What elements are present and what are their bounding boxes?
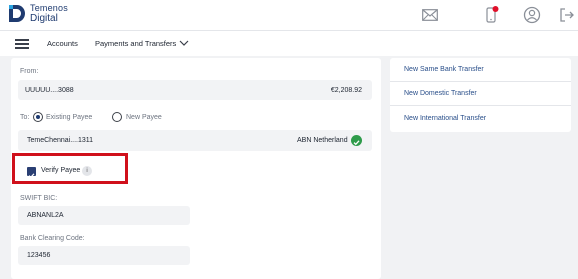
verify-payee-label[interactable]: Verify Payee	[41, 167, 80, 174]
info-icon[interactable]: i	[82, 166, 92, 176]
new-international-transfer-link[interactable]: New International Transfer	[404, 115, 486, 122]
nav-accounts[interactable]: Accounts	[47, 39, 78, 48]
from-label: From:	[20, 68, 39, 75]
payee-name: TemeChennai....1311	[27, 137, 94, 144]
transfer-options-panel: New Same Bank Transfer New Domestic Tran…	[390, 58, 571, 132]
user-profile-icon[interactable]	[522, 5, 542, 25]
existing-payee-label[interactable]: Existing Payee	[46, 114, 92, 121]
new-payee-radio[interactable]	[112, 112, 122, 122]
bank-clearing-code-label: Bank Clearing Code:	[20, 235, 85, 242]
new-payee-label[interactable]: New Payee	[126, 114, 162, 121]
from-account-select[interactable]: UUUUU....3088 €2,208.92	[18, 80, 372, 100]
nav-payments-and-transfers[interactable]: Payments and Transfers	[95, 39, 176, 48]
temenos-logo-icon	[9, 5, 25, 22]
top-header: Temenos Digital	[0, 0, 578, 30]
temenos-logo[interactable]: Temenos Digital	[7, 2, 68, 24]
bank-clearing-code-value: 123456	[27, 252, 51, 259]
notification-phone-icon[interactable]	[482, 5, 502, 25]
swift-bic-field[interactable]: ABNANL2A	[18, 206, 190, 225]
new-domestic-transfer-link[interactable]: New Domestic Transfer	[404, 90, 477, 97]
from-account-number: UUUUU....3088	[25, 87, 74, 94]
verified-check-icon	[351, 135, 362, 146]
swift-bic-value: ABNANL2A	[27, 212, 64, 219]
main-navigation: Accounts Payments and Transfers	[0, 30, 578, 56]
mail-icon[interactable]	[420, 5, 440, 25]
hamburger-menu-icon[interactable]	[15, 39, 29, 49]
divider	[390, 105, 571, 106]
chevron-down-icon[interactable]	[179, 39, 189, 47]
logout-icon[interactable]	[557, 5, 577, 25]
brand-line2: Digital	[30, 12, 58, 24]
verify-payee-highlight: Verify Payee i	[12, 153, 128, 184]
payee-bank: ABN Netherland	[297, 137, 348, 144]
verify-payee-checkbox[interactable]	[27, 167, 36, 179]
bank-clearing-code-field[interactable]: 123456	[18, 246, 190, 265]
brand-line1: Temenos	[30, 2, 68, 13]
payee-select[interactable]: TemeChennai....1311 ABN Netherland	[18, 130, 372, 151]
existing-payee-radio[interactable]	[33, 112, 43, 122]
new-same-bank-transfer-link[interactable]: New Same Bank Transfer	[404, 66, 484, 73]
transfer-form: From: UUUUU....3088 €2,208.92 To: Existi…	[11, 58, 381, 279]
divider	[390, 81, 571, 82]
to-label: To:	[20, 114, 30, 121]
swift-bic-label: SWIFT BIC:	[20, 195, 58, 202]
from-account-balance: €2,208.92	[330, 87, 362, 94]
